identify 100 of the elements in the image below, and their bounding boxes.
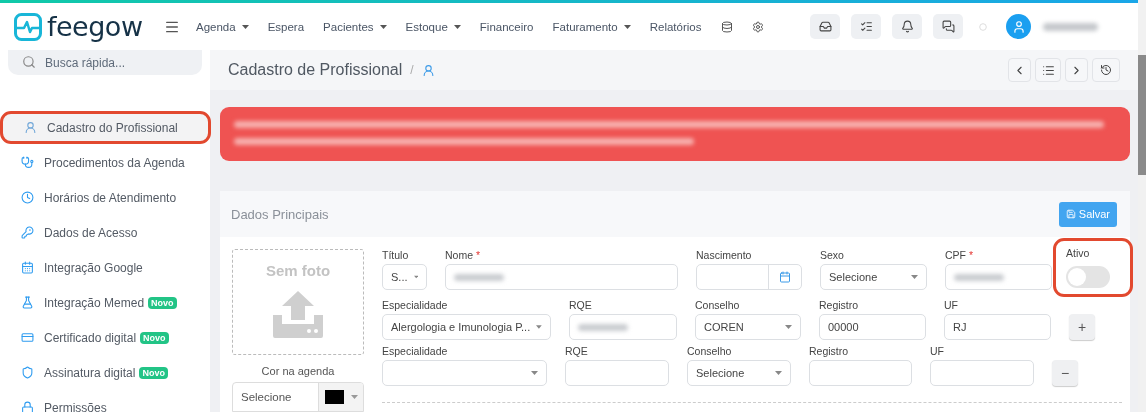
field-label: UF xyxy=(930,345,945,357)
sidebar-item[interactable]: Dados de Acesso xyxy=(2,218,209,247)
status-dot-icon xyxy=(979,22,987,31)
chat-icon xyxy=(941,20,955,33)
input-field[interactable] xyxy=(945,264,1052,290)
caret-icon xyxy=(453,24,461,29)
input-field[interactable] xyxy=(569,314,677,340)
field-label: Conselho xyxy=(687,345,733,357)
sidebar-item[interactable]: Integração Memed Novo xyxy=(2,288,209,317)
user-icon xyxy=(24,121,37,134)
flask-icon xyxy=(21,296,34,309)
calendar-icon xyxy=(779,271,791,283)
select-field[interactable]: Selecione xyxy=(687,360,791,386)
row-button[interactable]: + xyxy=(1069,314,1095,340)
field-label: UF xyxy=(944,299,959,311)
field-label: Cor na agenda xyxy=(261,365,335,377)
list-icon xyxy=(1041,63,1055,77)
input-field[interactable]: RJ xyxy=(944,314,1051,340)
select-field[interactable]: Selecione xyxy=(820,264,927,290)
input-field[interactable] xyxy=(809,360,912,386)
caret-icon xyxy=(531,371,538,375)
lock-icon xyxy=(21,401,34,412)
nav-link[interactable]: Financeiro xyxy=(479,20,534,33)
shield-icon xyxy=(21,366,34,379)
key-icon xyxy=(21,226,34,239)
color-select[interactable]: Selecione xyxy=(232,382,364,412)
stethoscope-icon xyxy=(21,156,34,169)
date-field[interactable] xyxy=(696,264,802,290)
scrollbar-thumb[interactable] xyxy=(1138,55,1146,175)
required-mark: * xyxy=(475,249,481,261)
avatar[interactable] xyxy=(1006,14,1031,39)
field-label: Registro xyxy=(809,345,850,357)
database-icon[interactable] xyxy=(720,20,733,33)
save-icon xyxy=(1065,209,1076,219)
select-field[interactable]: Alergologia e Imunologia P... xyxy=(382,314,551,340)
search-field[interactable]: Busca rápida... xyxy=(8,50,202,75)
blurred-text xyxy=(1043,22,1098,31)
history-button[interactable] xyxy=(1092,58,1120,83)
checklist-icon xyxy=(859,20,873,33)
sidebar-item[interactable]: Integração Google xyxy=(2,253,209,282)
input-field[interactable] xyxy=(565,360,669,386)
blurred-text xyxy=(578,323,628,331)
field-label: Nascimento xyxy=(696,249,753,261)
previous-button[interactable] xyxy=(1008,58,1031,83)
select-field[interactable]: COREN xyxy=(695,314,801,340)
caret-icon xyxy=(623,24,631,29)
next-button[interactable] xyxy=(1065,58,1088,83)
bell-icon xyxy=(900,20,914,33)
upload-icon xyxy=(272,291,324,338)
inbox-icon xyxy=(818,20,832,33)
caret-icon xyxy=(379,24,387,29)
row-button[interactable]: − xyxy=(1052,360,1078,386)
required-mark: * xyxy=(968,249,973,261)
list-button[interactable] xyxy=(1035,58,1061,83)
sidebar-item[interactable]: Cadastro do Profissional xyxy=(2,113,209,142)
user-icon xyxy=(421,63,435,77)
checklist-button[interactable] xyxy=(851,14,881,39)
input-field[interactable] xyxy=(445,264,678,290)
field-label: RQE xyxy=(569,299,593,311)
blurred-text xyxy=(954,273,1004,281)
nav-link[interactable]: Relatórios xyxy=(649,20,702,33)
field-label: Ativo xyxy=(1066,247,1091,259)
new-badge: Novo xyxy=(139,366,168,379)
nav-link[interactable]: Espera xyxy=(267,20,305,33)
nav-link[interactable]: Agenda xyxy=(196,20,249,33)
field-label: Título xyxy=(382,249,410,261)
history-icon xyxy=(1100,64,1112,77)
caret-icon xyxy=(350,395,358,399)
sidebar-item[interactable]: Procedimentos da Agenda xyxy=(2,148,209,177)
field-label: Sexo xyxy=(820,249,845,261)
nav-link[interactable]: Pacientes xyxy=(323,20,387,33)
card-icon xyxy=(21,331,34,344)
logo-icon xyxy=(14,12,42,41)
sidebar-item[interactable]: Certificado digital Novo xyxy=(2,323,209,352)
search-icon xyxy=(22,55,36,69)
bell-button[interactable] xyxy=(892,14,922,39)
select-field[interactable]: S... xyxy=(382,264,427,290)
select-field[interactable] xyxy=(382,360,547,386)
chat-button[interactable] xyxy=(933,14,963,39)
field-label: Especialidade xyxy=(382,345,449,357)
new-badge: Novo xyxy=(148,296,177,309)
card-title: Dados Principais xyxy=(231,206,329,222)
clock-icon xyxy=(21,191,34,204)
sidebar-item[interactable]: Horários de Atendimento xyxy=(2,183,209,212)
caret-icon xyxy=(785,325,792,329)
input-field[interactable] xyxy=(930,360,1034,386)
caret-icon xyxy=(413,275,418,279)
settings-icon[interactable] xyxy=(751,20,764,33)
sidebar-item[interactable]: Permissões xyxy=(2,393,209,412)
field-label: RQE xyxy=(565,345,589,357)
breadcrumb-separator: / xyxy=(410,63,414,78)
nav-link[interactable]: Estoque xyxy=(405,20,461,33)
inbox-button[interactable] xyxy=(810,14,840,39)
brand-name: feegow xyxy=(47,11,143,42)
input-field[interactable]: 00000 xyxy=(819,314,926,340)
field-label: Especialidade xyxy=(382,299,449,311)
sidebar-item[interactable]: Assinatura digital Novo xyxy=(2,358,209,387)
nav-link[interactable]: Faturamento xyxy=(552,20,631,33)
field-label: Conselho xyxy=(695,299,741,311)
toggle-switch[interactable] xyxy=(1066,266,1110,288)
